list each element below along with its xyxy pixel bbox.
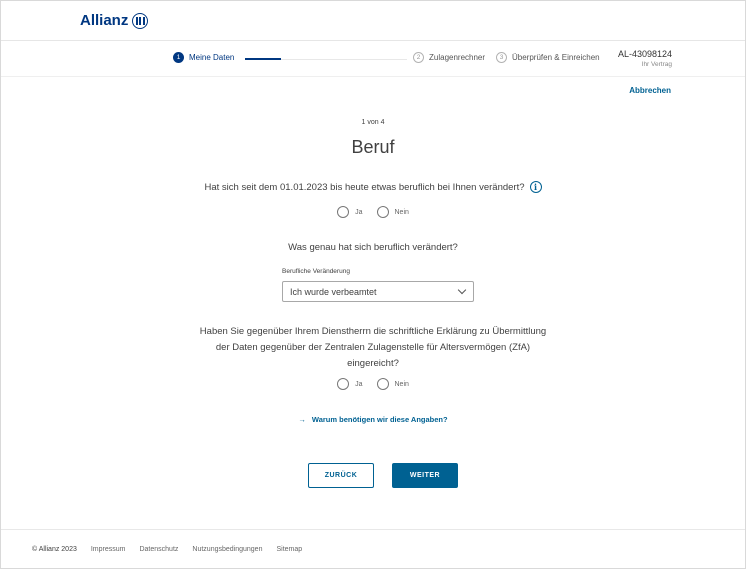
page-title: Beruf xyxy=(351,137,395,157)
radio-label: Ja xyxy=(355,208,363,216)
radio-circle[interactable] xyxy=(376,378,389,390)
step-progress-line xyxy=(245,58,281,60)
cancel-link[interactable]: Abbrechen xyxy=(629,86,671,95)
question-what-changed: Was genau hat sich beruflich verändert? xyxy=(288,242,458,253)
back-button[interactable]: ZURÜCK xyxy=(308,463,374,488)
info-icon[interactable]: i xyxy=(529,181,542,193)
radio-circle[interactable] xyxy=(376,206,389,218)
step-counter: 1 von 4 xyxy=(361,119,385,126)
question-career-change: Hat sich seit dem 01.01.2023 bis heute e… xyxy=(1,181,745,193)
radio-circle[interactable] xyxy=(337,206,350,218)
radio-label: Nein xyxy=(394,208,409,216)
contract-info: AL-43098124 Ihr Vertrag xyxy=(618,49,672,68)
contract-label: Ihr Vertrag xyxy=(641,61,672,68)
step-label: Überprüfen & Einreichen xyxy=(512,53,600,62)
footer-link-impressum[interactable]: Impressum xyxy=(91,546,126,553)
logo-text: Allianz xyxy=(80,12,129,29)
step-number: 1 xyxy=(173,52,184,63)
app-frame: Allianz 1 Meine Daten 2 Zulagenrechner 3… xyxy=(0,0,746,569)
step-track-line xyxy=(281,58,407,60)
step-zulagenrechner[interactable]: 2 Zulagenrechner xyxy=(413,52,485,63)
contract-id: AL-43098124 xyxy=(617,49,672,59)
question-line: der Daten gegenüber der Zentralen Zulage… xyxy=(215,342,531,353)
radio-circle[interactable] xyxy=(337,378,350,390)
career-change-select[interactable]: Ich wurde verbeamtet xyxy=(282,281,474,302)
question-text: Hat sich seit dem 01.01.2023 bis heute e… xyxy=(204,181,525,193)
footer-link-nutzungsbedingungen[interactable]: Nutzungsbedingungen xyxy=(192,546,262,553)
footer-copyright: © Allianz 2023 xyxy=(32,546,77,553)
allianz-eagle-icon xyxy=(132,12,149,29)
why-info-link[interactable]: → Warum benötigen wir diese Angaben? xyxy=(1,415,745,424)
question-zfa-declaration: Haben Sie gegenüber Ihrem Dienstherrn di… xyxy=(1,324,745,372)
step-ueberpruefen[interactable]: 3 Überprüfen & Einreichen xyxy=(496,52,600,63)
select-label: Berufliche Veränderung xyxy=(282,268,350,275)
why-link-label: Warum benötigen wir diese Angaben? xyxy=(311,415,448,424)
site-footer: © Allianz 2023 Impressum Datenschutz Nut… xyxy=(1,529,745,569)
radio-nein[interactable]: Nein xyxy=(376,206,409,218)
step-label: Meine Daten xyxy=(189,53,235,62)
chevron-down-icon xyxy=(457,285,467,295)
radio-ja[interactable]: Ja xyxy=(337,206,363,218)
select-value: Ich wurde verbeamtet xyxy=(290,286,377,297)
footer-link-sitemap[interactable]: Sitemap xyxy=(276,546,302,553)
career-change-select-group: Berufliche Veränderung Ich wurde verbeam… xyxy=(282,268,474,302)
career-change-radio-group: Ja Nein xyxy=(1,206,745,218)
step-number: 3 xyxy=(496,52,507,63)
radio-label: Ja xyxy=(355,380,363,388)
next-button[interactable]: WEITER xyxy=(392,463,458,488)
question-line: eingereicht? xyxy=(347,358,399,369)
footer-link-datenschutz[interactable]: Datenschutz xyxy=(139,546,178,553)
step-label: Zulagenrechner xyxy=(429,53,486,62)
step-number: 2 xyxy=(413,52,424,63)
radio-ja[interactable]: Ja xyxy=(337,378,363,390)
allianz-logo[interactable]: Allianz xyxy=(80,12,149,29)
zfa-radio-group: Ja Nein xyxy=(1,378,745,390)
arrow-right-icon: → xyxy=(298,415,306,424)
site-header: Allianz xyxy=(1,1,745,41)
question-line: Haben Sie gegenüber Ihrem Dienstherrn di… xyxy=(199,326,547,337)
radio-label: Nein xyxy=(394,380,409,388)
radio-nein[interactable]: Nein xyxy=(376,378,409,390)
step-meine-daten[interactable]: 1 Meine Daten xyxy=(173,52,234,63)
